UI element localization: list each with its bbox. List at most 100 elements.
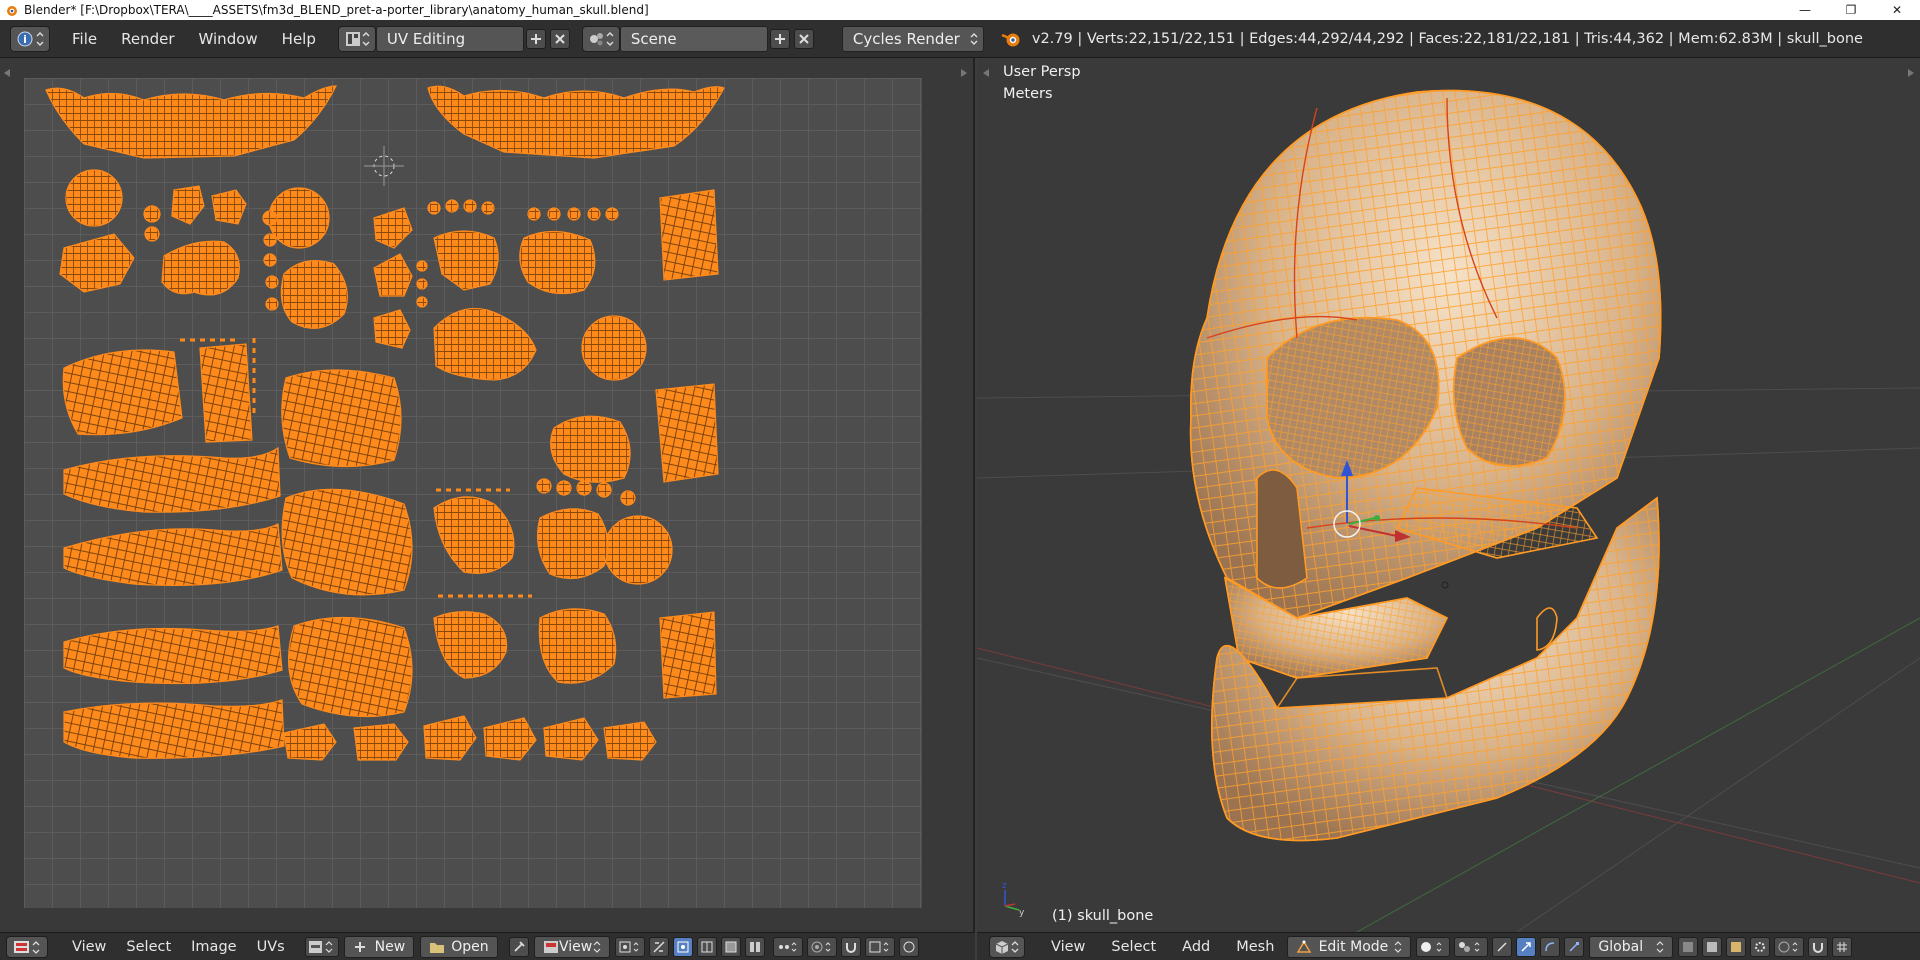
add-scene-button[interactable] bbox=[769, 28, 790, 49]
render-preview-button[interactable] bbox=[898, 936, 919, 957]
chevron-updown-icon bbox=[970, 32, 978, 45]
layer-button-1[interactable] bbox=[1678, 936, 1699, 957]
editor-type-uv-button[interactable] bbox=[6, 935, 48, 958]
svg-text:y: y bbox=[1019, 908, 1025, 918]
corner-arrow-icon bbox=[961, 69, 967, 77]
proportional-icon bbox=[1778, 941, 1798, 952]
uv-menu-image[interactable]: Image bbox=[181, 939, 246, 955]
uv-menu-view[interactable]: View bbox=[62, 939, 116, 955]
layer-icon bbox=[1731, 941, 1742, 952]
x-icon bbox=[799, 33, 809, 44]
sync-icon bbox=[653, 940, 665, 953]
new-image-button[interactable]: New bbox=[343, 935, 415, 958]
uv-canvas[interactable] bbox=[24, 78, 922, 908]
skull-mesh: z y bbox=[977, 89, 1920, 932]
3d-menu-view[interactable]: View bbox=[1041, 939, 1095, 955]
sticky-icon bbox=[778, 941, 796, 952]
3d-menu-select[interactable]: Select bbox=[1101, 939, 1166, 955]
render-engine-dropdown[interactable]: Cycles Render bbox=[841, 25, 984, 52]
uv-view-mode-dropdown[interactable]: View bbox=[533, 935, 610, 958]
snap-toggle-button-3d[interactable] bbox=[1808, 936, 1829, 957]
info-icon: i bbox=[17, 31, 44, 46]
x-icon bbox=[555, 33, 565, 44]
viewport-shading-dropdown[interactable] bbox=[1416, 936, 1451, 957]
snap-toggle-button[interactable] bbox=[840, 936, 861, 957]
screen-layout-field[interactable]: UV Editing bbox=[375, 25, 524, 52]
plus-icon bbox=[530, 33, 541, 44]
rotate-manipulator-button[interactable] bbox=[1540, 936, 1561, 957]
pivot-point-dropdown[interactable] bbox=[1454, 936, 1489, 957]
island-select-button[interactable] bbox=[744, 936, 765, 957]
manipulator-toggle[interactable] bbox=[1492, 936, 1513, 957]
image-browse-button[interactable] bbox=[304, 936, 339, 957]
screen-layout-browse-button[interactable] bbox=[337, 25, 376, 52]
sticky-selection-dropdown[interactable] bbox=[772, 936, 803, 957]
cube-icon bbox=[995, 940, 1019, 954]
chevron-updown-icon bbox=[1394, 940, 1402, 953]
menu-file[interactable]: File bbox=[60, 30, 109, 48]
minimize-button[interactable]: — bbox=[1782, 0, 1828, 20]
chevron-updown-icon bbox=[593, 940, 601, 953]
layer-button-2[interactable] bbox=[1702, 936, 1723, 957]
3d-menu-add[interactable]: Add bbox=[1172, 939, 1220, 955]
pin-image-button[interactable] bbox=[508, 936, 529, 957]
pin-icon bbox=[513, 940, 525, 952]
edge-select-button[interactable] bbox=[696, 936, 717, 957]
maximize-button[interactable]: ❐ bbox=[1828, 0, 1874, 20]
active-object-label: (1) skull_bone bbox=[1052, 908, 1154, 924]
sync-selection-button[interactable] bbox=[648, 936, 669, 957]
camera-icon bbox=[903, 941, 915, 952]
open-image-button[interactable]: Open bbox=[420, 935, 498, 958]
image-view-icon bbox=[543, 940, 558, 953]
delete-screen-button[interactable] bbox=[549, 28, 570, 49]
scale-icon bbox=[1569, 941, 1580, 952]
cursor-2d bbox=[364, 146, 404, 186]
translate-manipulator-button[interactable] bbox=[1516, 936, 1537, 957]
layer-button-3[interactable] bbox=[1726, 936, 1747, 957]
edit-mode-icon bbox=[1297, 940, 1312, 953]
proportional-edit-dropdown[interactable] bbox=[806, 936, 837, 957]
uv-menu-uvs[interactable]: UVs bbox=[247, 939, 295, 955]
edge-select-icon bbox=[701, 941, 713, 952]
menu-window[interactable]: Window bbox=[187, 30, 270, 48]
menu-help[interactable]: Help bbox=[270, 30, 328, 48]
face-select-button[interactable] bbox=[720, 936, 741, 957]
magnet-icon bbox=[1813, 942, 1824, 953]
scene-icon bbox=[589, 31, 614, 46]
editor-type-3dview-button[interactable] bbox=[989, 935, 1025, 958]
snap-target-dropdown[interactable] bbox=[864, 936, 895, 957]
interaction-mode-dropdown[interactable]: Edit Mode bbox=[1287, 935, 1412, 958]
uv-menu-select[interactable]: Select bbox=[116, 939, 181, 955]
3d-viewport[interactable]: User Persp Meters z y (1) skull_bone bbox=[977, 58, 1920, 932]
scale-manipulator-button[interactable] bbox=[1564, 936, 1585, 957]
info-header: i File Render Window Help UV Editing Sce… bbox=[0, 20, 1920, 58]
add-screen-button[interactable] bbox=[525, 28, 546, 49]
3d-menu-mesh[interactable]: Mesh bbox=[1226, 939, 1284, 955]
3d-view-header: View Select Add Mesh Edit Mode Global bbox=[977, 932, 1920, 960]
scene-browse-button[interactable] bbox=[581, 25, 620, 52]
transform-orientation-dropdown[interactable]: Global bbox=[1589, 935, 1674, 958]
scene-field[interactable]: Scene bbox=[619, 25, 768, 52]
screen-layout-icon bbox=[345, 31, 370, 46]
arrow-icon bbox=[1521, 941, 1532, 952]
proportional-edit-dropdown-3d[interactable] bbox=[1774, 936, 1805, 957]
overlay-settings-button[interactable] bbox=[1832, 936, 1853, 957]
pivot-dropdown[interactable] bbox=[614, 936, 645, 957]
manipulator-icon bbox=[1497, 941, 1507, 952]
editor-type-info-button[interactable]: i bbox=[10, 25, 50, 52]
snap-target-icon bbox=[869, 941, 888, 952]
interaction-mode-label: Edit Mode bbox=[1318, 938, 1389, 955]
vertex-select-button[interactable] bbox=[672, 936, 693, 957]
menu-render[interactable]: Render bbox=[109, 30, 186, 48]
folder-icon bbox=[430, 942, 445, 953]
layer-icon bbox=[1707, 941, 1718, 952]
uv-image-editor[interactable] bbox=[0, 58, 975, 932]
delete-scene-button[interactable] bbox=[793, 28, 814, 49]
uv-editor-header: View Select Image UVs New Open View bbox=[0, 932, 975, 960]
chevron-updown-icon bbox=[1656, 940, 1664, 953]
pivot-icon bbox=[619, 941, 638, 952]
render-settings-button[interactable] bbox=[1750, 936, 1771, 957]
close-button[interactable]: ✕ bbox=[1874, 0, 1920, 20]
rotate-icon bbox=[1545, 941, 1555, 951]
vertex-select-icon bbox=[677, 941, 689, 952]
